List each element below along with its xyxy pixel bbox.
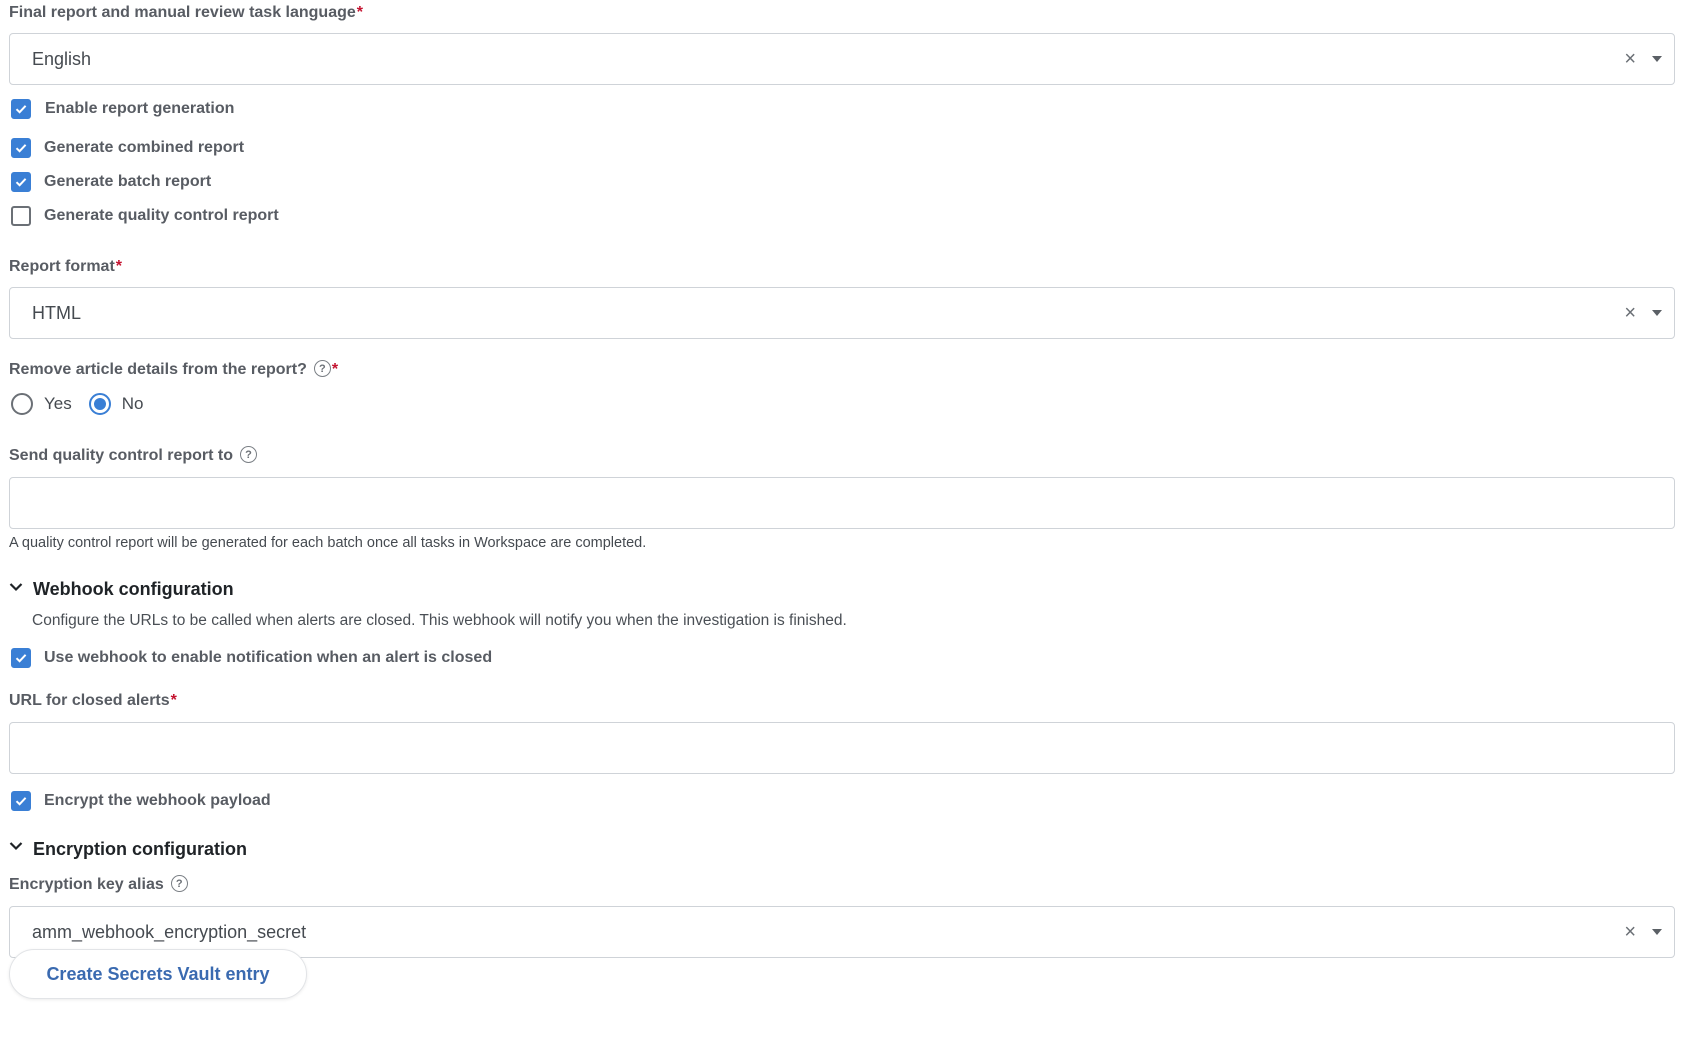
required-mark: *: [331, 361, 339, 378]
remove-details-label-text: Remove article details from the report?: [9, 361, 307, 378]
close-icon[interactable]: ×: [1624, 907, 1636, 957]
qc-report-label: Generate quality control report: [44, 207, 279, 224]
qc-recipient-label-text: Send quality control report to: [9, 447, 234, 464]
use-webhook-checkbox[interactable]: [11, 648, 31, 668]
qc-recipient-label: Send quality control report to?: [9, 446, 258, 465]
language-label-text: Final report and manual review task lang…: [9, 4, 356, 21]
chevron-down-icon[interactable]: [9, 582, 23, 592]
caret-down-icon[interactable]: [1652, 310, 1662, 316]
encrypt-payload-checkbox-row[interactable]: Encrypt the webhook payload: [11, 789, 271, 813]
language-select[interactable]: English ×: [9, 33, 1675, 85]
radio-yes[interactable]: [11, 393, 33, 415]
help-circle-icon[interactable]: ?: [240, 446, 258, 464]
webhook-section-title[interactable]: Webhook configuration: [33, 579, 234, 600]
checkmark-icon: [15, 654, 27, 663]
encryption-key-alias-label-text: Encryption key alias: [9, 876, 164, 893]
help-circle-icon[interactable]: ?: [170, 875, 188, 893]
radio-no[interactable]: [88, 393, 111, 415]
combined-report-checkbox[interactable]: [11, 138, 31, 158]
enable-report-checkbox-row[interactable]: Enable report generation: [11, 97, 234, 121]
closed-alerts-url-label: URL for closed alerts*: [9, 692, 177, 710]
combined-report-label: Generate combined report: [44, 139, 245, 156]
checkmark-icon: [15, 797, 27, 806]
report-format-select-value: HTML: [32, 303, 81, 323]
close-icon[interactable]: ×: [1624, 34, 1636, 84]
report-format-label-text: Report format: [9, 258, 115, 275]
checkmark-icon: [15, 178, 27, 187]
closed-alerts-url-label-text: URL for closed alerts: [9, 692, 170, 709]
required-mark: *: [170, 692, 177, 709]
combined-report-checkbox-row[interactable]: Generate combined report: [11, 136, 244, 160]
required-mark: *: [115, 258, 123, 275]
caret-down-icon[interactable]: [1652, 56, 1662, 62]
checkmark-icon: [15, 105, 27, 114]
checkmark-icon: [15, 144, 27, 153]
encryption-section-title[interactable]: Encryption configuration: [33, 839, 247, 860]
closed-alerts-url-input[interactable]: [9, 722, 1675, 774]
language-select-value: English: [32, 49, 92, 69]
enable-report-label: Enable report generation: [45, 100, 235, 117]
radio-yes-label[interactable]: Yes: [44, 394, 72, 414]
qc-report-checkbox-row[interactable]: Generate quality control report: [11, 204, 279, 228]
encrypt-payload-label: Encrypt the webhook payload: [44, 792, 271, 809]
use-webhook-label: Use webhook to enable notification when …: [44, 649, 493, 666]
caret-down-icon[interactable]: [1652, 929, 1662, 935]
report-format-select[interactable]: HTML ×: [9, 287, 1675, 339]
use-webhook-checkbox-row[interactable]: Use webhook to enable notification when …: [11, 646, 492, 670]
webhook-description: Configure the URLs to be called when ale…: [32, 612, 847, 629]
language-label: Final report and manual review task lang…: [9, 4, 363, 22]
chevron-down-icon[interactable]: [9, 841, 23, 851]
encrypt-payload-checkbox[interactable]: [11, 791, 31, 811]
qc-recipient-input[interactable]: [9, 477, 1675, 529]
close-icon[interactable]: ×: [1624, 288, 1636, 338]
help-circle-icon[interactable]: ?: [313, 360, 331, 378]
remove-details-label: Remove article details from the report??…: [9, 360, 339, 379]
create-secrets-vault-entry-button[interactable]: Create Secrets Vault entry: [9, 949, 307, 999]
encryption-key-alias-label: Encryption key alias?: [9, 875, 188, 894]
batch-report-checkbox-row[interactable]: Generate batch report: [11, 170, 211, 194]
batch-report-checkbox[interactable]: [11, 172, 31, 192]
remove-details-radio-group: Yes No: [11, 392, 160, 416]
qc-recipient-hint: A quality control report will be generat…: [9, 535, 647, 551]
qc-report-checkbox[interactable]: [11, 206, 31, 226]
radio-no-label[interactable]: No: [122, 394, 144, 414]
report-format-label: Report format*: [9, 258, 122, 276]
enable-report-checkbox[interactable]: [11, 99, 31, 119]
required-mark: *: [356, 4, 363, 21]
batch-report-label: Generate batch report: [44, 173, 212, 190]
